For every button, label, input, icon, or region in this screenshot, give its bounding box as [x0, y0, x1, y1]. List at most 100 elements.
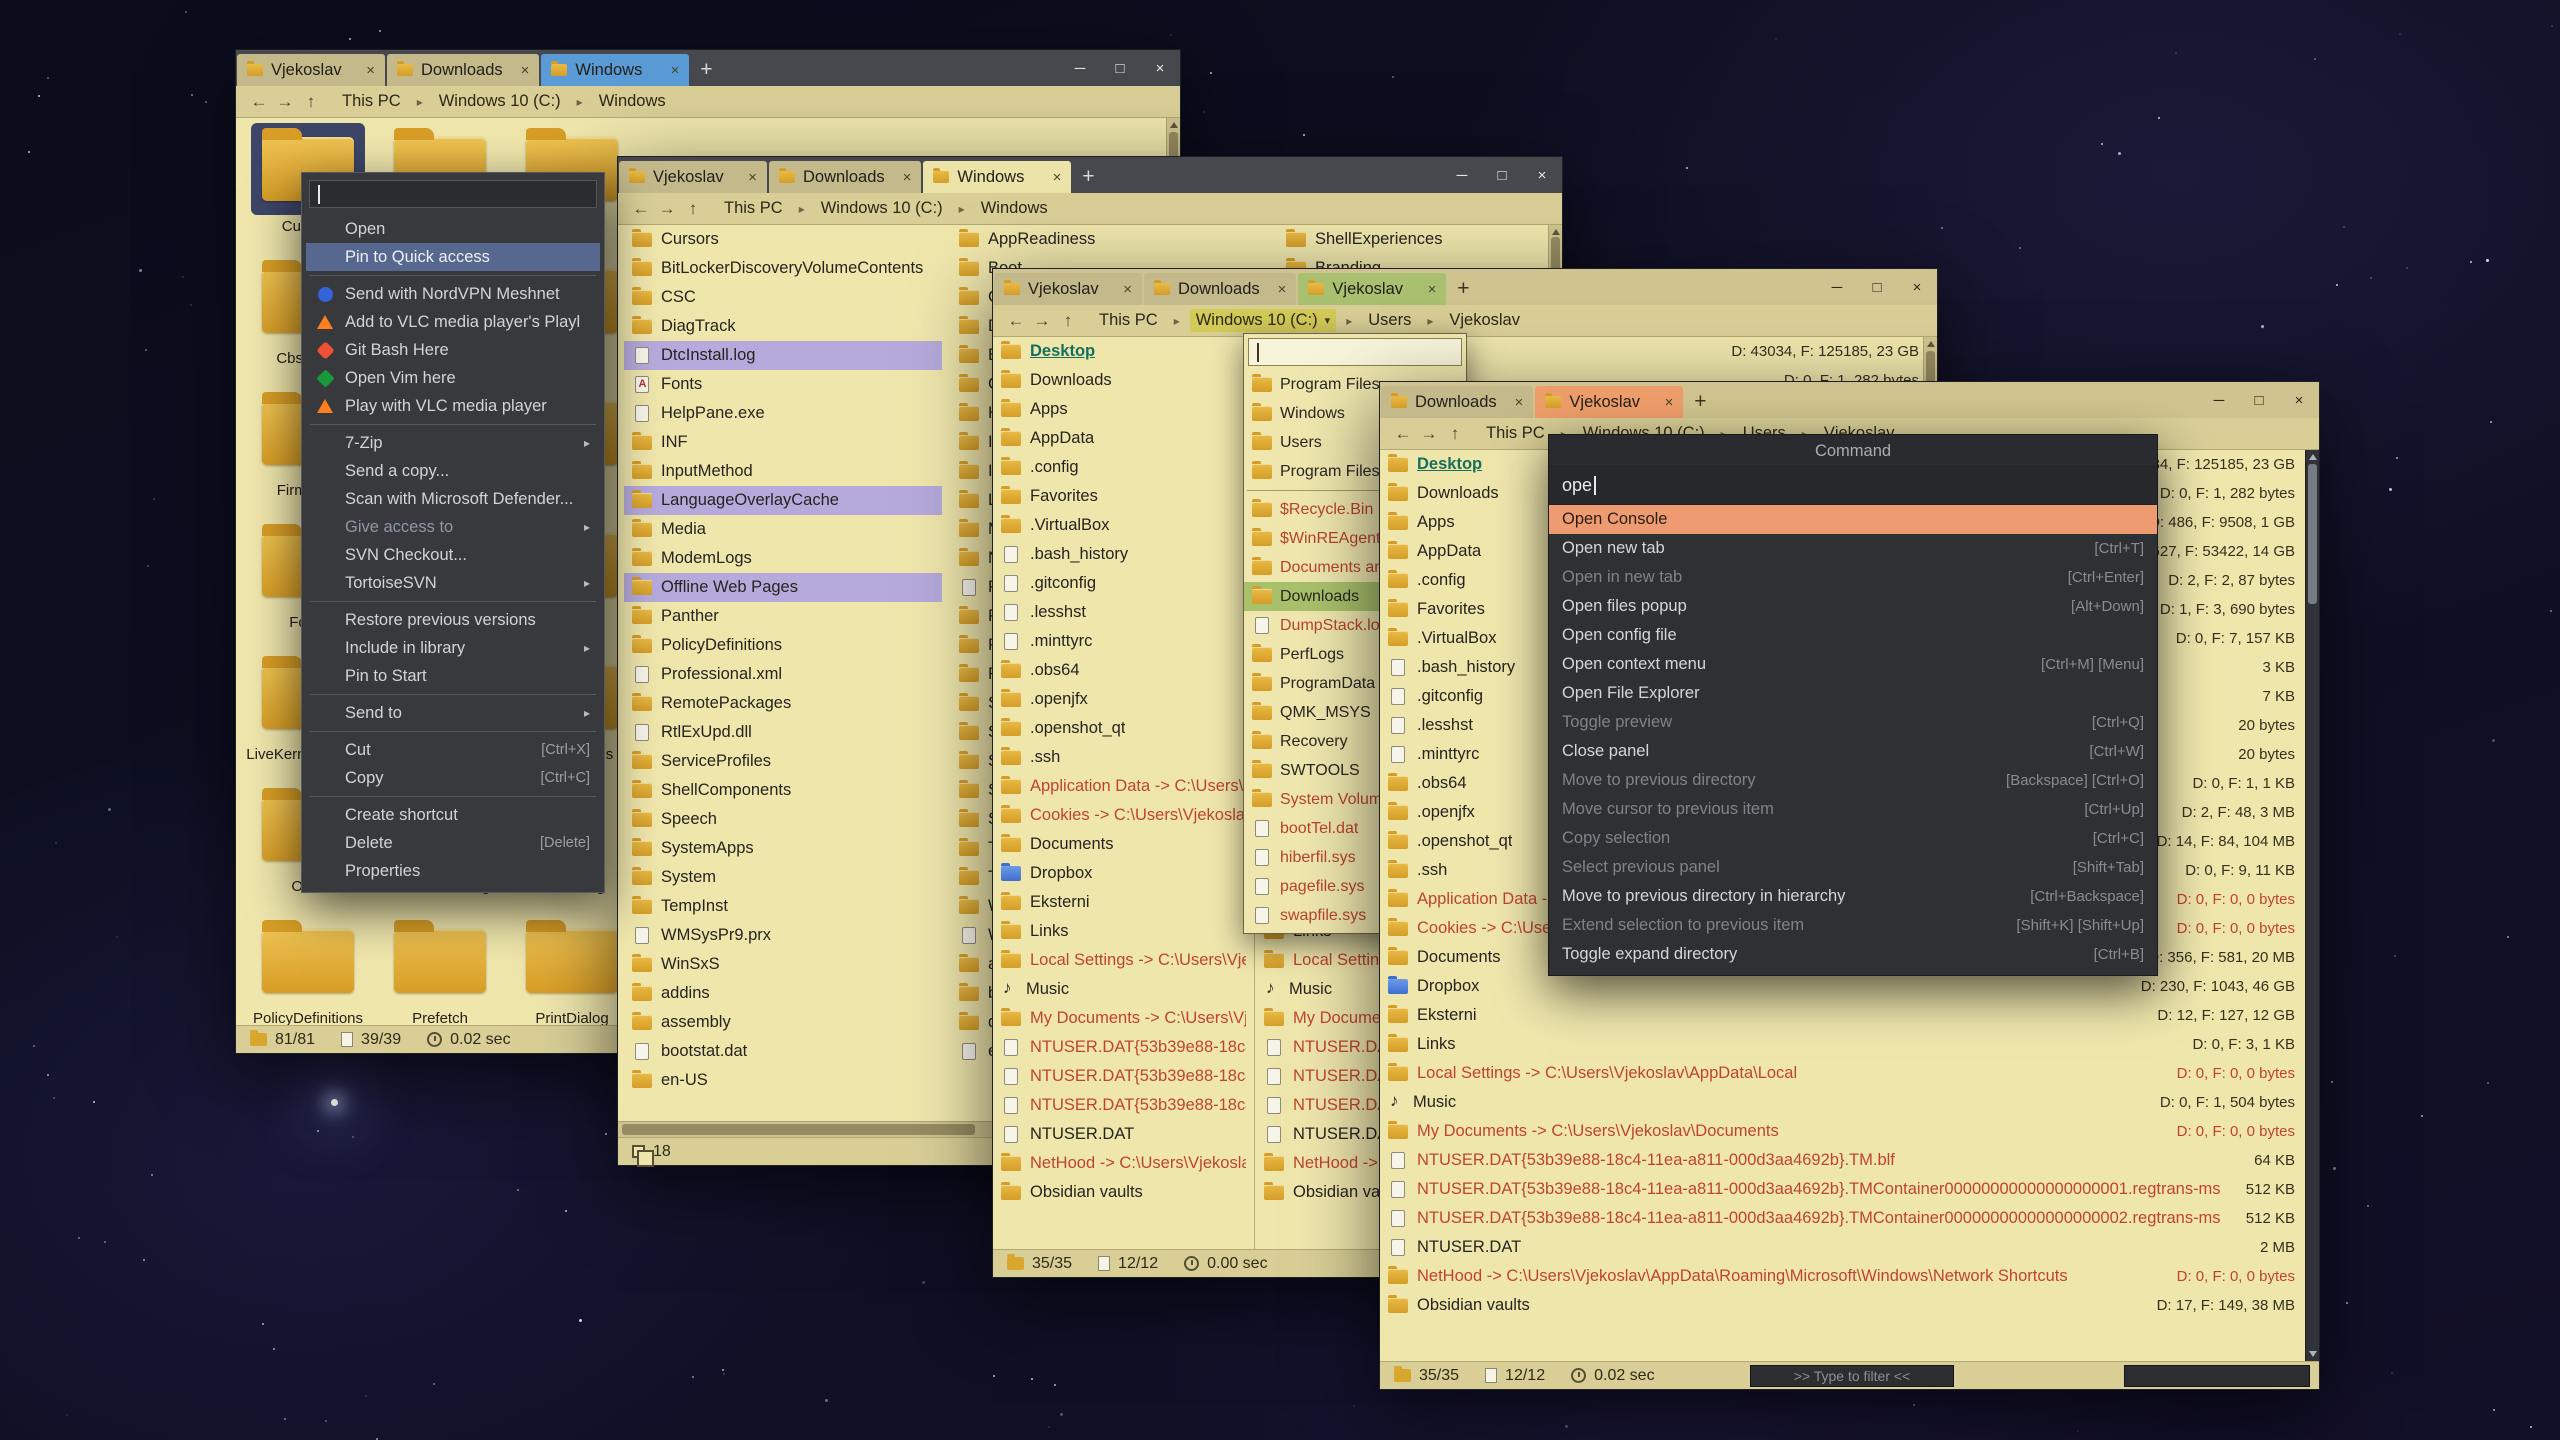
close-tab-icon[interactable]: × — [1113, 281, 1132, 298]
command-input[interactable]: ope — [1549, 467, 2157, 505]
file-row[interactable]: Offline Web Pages — [624, 573, 942, 602]
file-row[interactable]: RtlExUpd.dll — [624, 718, 942, 747]
command-item[interactable]: Open in new tab [Ctrl+Enter] — [1549, 563, 2157, 592]
breadcrumb-item[interactable]: Windows 10 (C:)▾ — [815, 197, 975, 220]
file-row[interactable]: .lesshst 20 bytes — [993, 598, 1254, 627]
file-row[interactable]: Obsidian vaults D: 17, F: 149, 38 MB — [993, 1178, 1254, 1207]
file-row[interactable]: My Documents -> C:\Users\Vjekoslav\Docum… — [993, 1004, 1254, 1033]
command-item[interactable]: Move to previous directory in hierarchy … — [1549, 882, 2157, 911]
file-row[interactable]: ShellComponents — [624, 776, 942, 805]
close-button[interactable]: × — [1897, 269, 1937, 305]
breadcrumb-item[interactable]: Windows 10 (C:)▾ — [1190, 309, 1363, 332]
context-menu-item[interactable]: Give access to ▸ — [306, 513, 600, 541]
up-button[interactable]: ↑ — [1055, 311, 1081, 331]
file-row[interactable]: WMSysPr9.prx — [624, 921, 942, 950]
file-row[interactable]: assembly — [624, 1008, 942, 1037]
file-row[interactable]: SystemApps — [624, 834, 942, 863]
file-row[interactable]: Links D: 0, F: 3, 1 KB — [1380, 1030, 2303, 1059]
minimize-button[interactable]: ─ — [1442, 157, 1482, 193]
file-row[interactable]: NetHood -> C:\Users\Vjekoslav\AppData\Ro… — [993, 1149, 1254, 1178]
file-row[interactable]: .openshot_qt D: 14, F: 84, 104 MB — [993, 714, 1254, 743]
file-row[interactable]: NTUSER.DAT{53b39e88-18c4-11ea-a811-000d3… — [1380, 1146, 2303, 1175]
close-tab-icon[interactable]: × — [738, 169, 757, 186]
close-tab-icon[interactable]: × — [1418, 281, 1437, 298]
back-button[interactable]: ← — [628, 199, 654, 219]
command-item[interactable]: Close panel [Ctrl+W] — [1549, 737, 2157, 766]
file-row[interactable]: Apps D: 486, F: 9508, 1 GB — [993, 395, 1254, 424]
file-row[interactable]: Cookies -> C:\Users\Vjekoslav\AppData\Lo… — [993, 801, 1254, 830]
maximize-button[interactable]: □ — [2239, 382, 2279, 418]
file-tile[interactable]: PolicyDefinitions — [242, 910, 374, 1025]
context-menu-item[interactable]: Delete [Delete] ▸ — [306, 829, 600, 857]
file-row[interactable]: .VirtualBox D: 0, F: 7, 157 KB — [993, 511, 1254, 540]
command-item[interactable]: Toggle expand directory [Ctrl+B] — [1549, 940, 2157, 969]
tab[interactable]: Vjekoslav × — [1298, 273, 1446, 305]
command-item[interactable]: Open Console — [1549, 505, 2157, 534]
context-menu-item[interactable]: Open Vim here ▸ — [306, 364, 600, 392]
file-row[interactable]: Eksterni D: 12, F: 127, 12 GB — [993, 888, 1254, 917]
file-row[interactable]: Professional.xml — [624, 660, 942, 689]
context-menu-item[interactable]: Cut [Ctrl+X] ▸ — [306, 736, 600, 764]
close-tab-icon[interactable]: × — [356, 62, 375, 79]
file-row[interactable]: bootstat.dat — [624, 1037, 942, 1066]
forward-button[interactable]: → — [1029, 311, 1055, 331]
breadcrumb-item[interactable]: Users▾ — [1362, 309, 1443, 332]
context-menu-item[interactable]: Include in library ▸ — [306, 634, 600, 662]
file-row[interactable]: Local Settings -> C:\Users\Vjekoslav\App… — [1380, 1059, 2303, 1088]
up-button[interactable]: ↑ — [298, 92, 324, 112]
forward-button[interactable]: → — [1416, 424, 1442, 444]
tab[interactable]: Downloads × — [1381, 386, 1533, 418]
context-menu-item[interactable]: TortoiseSVN ▸ — [306, 569, 600, 597]
file-row[interactable]: AppReadiness — [951, 225, 1269, 254]
file-row[interactable]: .obs64 D: 0, F: 1, 1 KB — [993, 656, 1254, 685]
context-menu-item[interactable]: ▸ — [306, 271, 600, 280]
file-row[interactable]: ModemLogs — [624, 544, 942, 573]
close-tab-icon[interactable]: × — [893, 169, 912, 186]
command-item[interactable]: Extend selection to previous item [Shift… — [1549, 911, 2157, 940]
maximize-button[interactable]: □ — [1857, 269, 1897, 305]
close-tab-icon[interactable]: × — [1655, 394, 1674, 411]
maximize-button[interactable]: □ — [1100, 50, 1140, 86]
context-menu-item[interactable]: Create shortcut ▸ — [306, 801, 600, 829]
command-item[interactable]: Open config file — [1549, 621, 2157, 650]
breadcrumb-item[interactable]: This PC▾ — [718, 197, 815, 220]
maximize-button[interactable]: □ — [1482, 157, 1522, 193]
close-button[interactable]: × — [1522, 157, 1562, 193]
file-row[interactable]: DiagTrack — [624, 312, 942, 341]
command-item[interactable]: Open files popup [Alt+Down] — [1549, 592, 2157, 621]
context-menu-item[interactable]: Play with VLC media player ▸ — [306, 392, 600, 420]
file-tile[interactable]: Prefetch — [374, 910, 506, 1025]
file-row[interactable]: WinSxS — [624, 950, 942, 979]
file-row[interactable]: .ssh D: 0, F: 9, 11 KB — [993, 743, 1254, 772]
scrollbar-thumb[interactable] — [622, 1124, 975, 1135]
context-menu-item[interactable]: 7-Zip ▸ — [306, 429, 600, 457]
file-row[interactable]: .bash_history 3 KB — [993, 540, 1254, 569]
file-row[interactable]: Links D: 0, F: 3, 1 KB — [993, 917, 1254, 946]
context-menu-item[interactable]: ▸ — [306, 690, 600, 699]
close-button[interactable]: × — [2279, 382, 2319, 418]
new-tab-button[interactable]: + — [1447, 273, 1479, 305]
file-row[interactable]: .minttyrc 20 bytes — [993, 627, 1254, 656]
command-item[interactable]: Open new tab [Ctrl+T] — [1549, 534, 2157, 563]
secondary-input[interactable] — [2124, 1365, 2310, 1387]
file-row[interactable]: .openjfx D: 2, F: 48, 3 MB — [993, 685, 1254, 714]
file-row[interactable]: Dropbox D: 230, F: 1043, 46 GB — [1380, 972, 2303, 1001]
file-row[interactable]: My Documents -> C:\Users\Vjekoslav\Docum… — [1380, 1117, 2303, 1146]
forward-button[interactable]: → — [654, 199, 680, 219]
scrollbar-thumb[interactable] — [2308, 464, 2317, 604]
minimize-button[interactable]: ─ — [1817, 269, 1857, 305]
file-row[interactable]: Dropbox D: 230, F: 1043, 46 GB — [993, 859, 1254, 888]
file-row[interactable]: Speech — [624, 805, 942, 834]
tab[interactable]: Vjekoslav × — [237, 54, 385, 86]
file-row[interactable]: DtcInstall.log — [624, 341, 942, 370]
file-row[interactable]: Desktop D: 43034, F: 125185, 23 GB — [993, 337, 1254, 366]
vertical-scrollbar[interactable] — [2305, 450, 2319, 1361]
breadcrumb-item[interactable]: Windows▾ — [975, 197, 1054, 220]
breadcrumb-item[interactable]: Windows 10 (C:)▾ — [433, 90, 593, 113]
file-row[interactable]: Eksterni D: 12, F: 127, 12 GB — [1380, 1001, 2303, 1030]
context-menu-item[interactable]: Scan with Microsoft Defender... ▸ — [306, 485, 600, 513]
context-menu-item[interactable]: Properties ▸ — [306, 857, 600, 885]
new-tab-button[interactable]: + — [690, 54, 722, 86]
file-row[interactable]: NTUSER.DAT{53b39e88-18c4-11ea-a811-000d3… — [993, 1033, 1254, 1062]
close-tab-icon[interactable]: × — [661, 62, 680, 79]
